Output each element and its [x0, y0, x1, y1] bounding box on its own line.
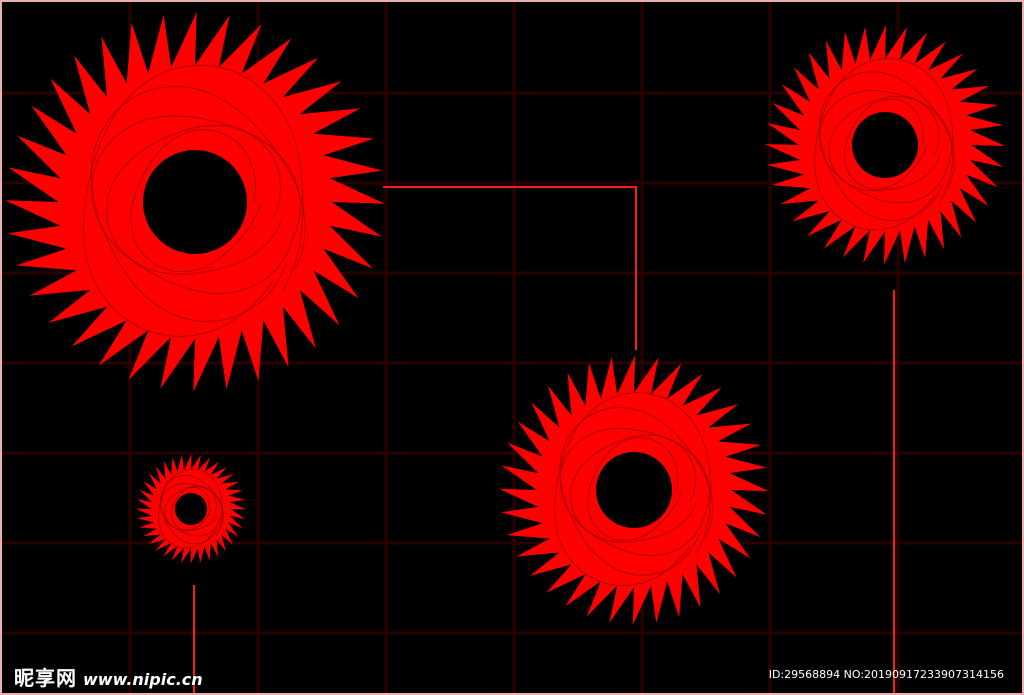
watermark-id: ID:29568894 NO:20190917233907314156 [768, 668, 1004, 681]
scene-canvas [0, 0, 1024, 695]
rosette-center [596, 452, 672, 528]
rosette-center [175, 493, 207, 525]
watermark-url: www.nipic.cn [83, 670, 203, 689]
rosette-center [143, 150, 247, 254]
watermark-logo: 昵享网 www.nipic.cn [14, 662, 203, 690]
watermark-site-name: 昵享网 [14, 666, 77, 690]
rosette-center [852, 112, 918, 178]
